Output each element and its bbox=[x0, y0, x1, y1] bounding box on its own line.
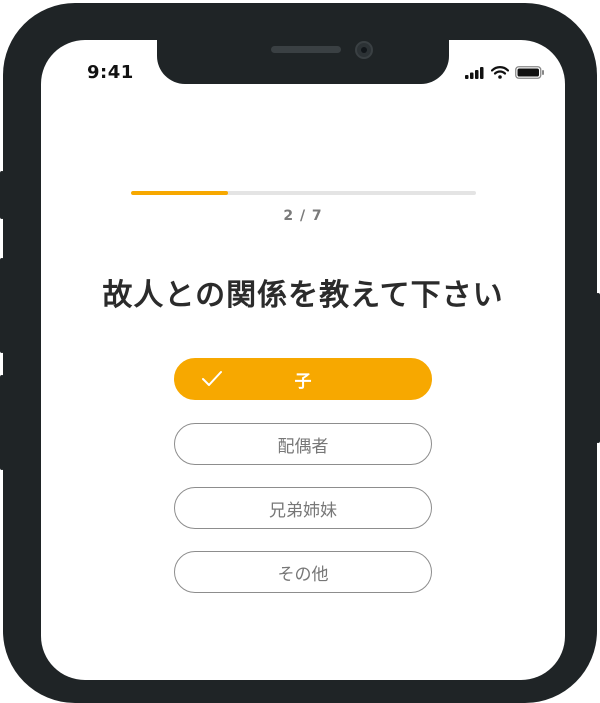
notch bbox=[157, 40, 449, 84]
camera-icon bbox=[355, 41, 373, 59]
status-time: 9:41 bbox=[87, 62, 134, 83]
mute-switch bbox=[0, 171, 4, 219]
progress-bar bbox=[131, 191, 476, 195]
signal-icon bbox=[465, 66, 484, 79]
option-label: 子 bbox=[294, 371, 312, 392]
option-child[interactable]: 子 bbox=[174, 358, 432, 400]
option-label: 配偶者 bbox=[277, 436, 329, 457]
battery-icon bbox=[515, 66, 544, 79]
option-label: 兄弟姉妹 bbox=[269, 500, 337, 521]
volume-down-button bbox=[0, 375, 4, 470]
phone-frame: 9:41 2 / 7 故人との関係を教えて下さい 子 配偶者 兄弟姉妹 その他 bbox=[0, 3, 600, 703]
power-button bbox=[596, 293, 600, 443]
check-icon bbox=[202, 371, 222, 386]
volume-up-button bbox=[0, 258, 4, 353]
question-title: 故人との関係を教えて下さい bbox=[102, 278, 504, 313]
option-label: その他 bbox=[277, 564, 329, 585]
step-indicator: 2 / 7 bbox=[283, 208, 323, 224]
progress-fill bbox=[131, 191, 228, 195]
option-siblings[interactable]: 兄弟姉妹 bbox=[174, 487, 432, 529]
wifi-icon bbox=[491, 66, 509, 79]
option-other[interactable]: その他 bbox=[174, 551, 432, 593]
status-icons bbox=[465, 66, 545, 79]
option-spouse[interactable]: 配偶者 bbox=[174, 423, 432, 465]
speaker-grille bbox=[271, 46, 341, 53]
screen: 9:41 2 / 7 故人との関係を教えて下さい 子 配偶者 兄弟姉妹 その他 bbox=[41, 40, 565, 680]
